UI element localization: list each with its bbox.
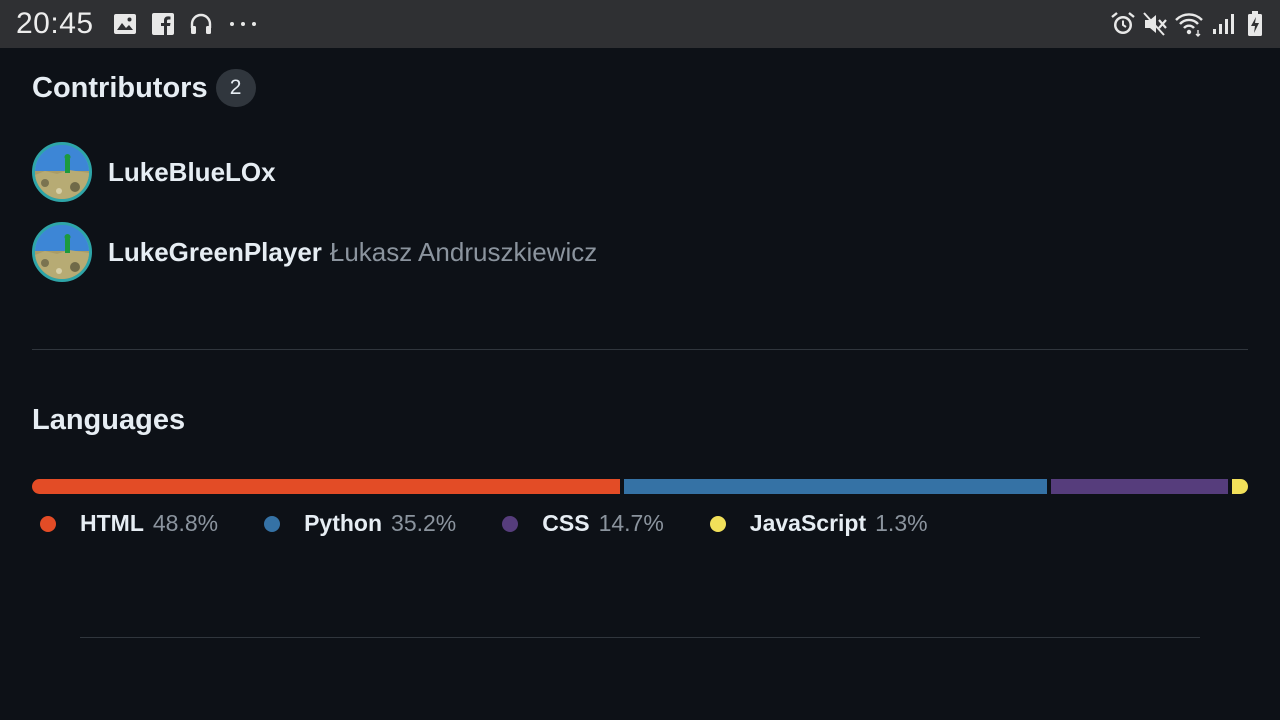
headphones-icon <box>188 11 214 37</box>
legend-language-percent: 35.2% <box>391 510 457 536</box>
contributors-list: LukeBlueLOx LukeGreenPlayer Łukasz Andru… <box>32 139 597 285</box>
legend-item-javascript[interactable]: JavaScript 1.3% <box>709 510 928 537</box>
legend-item-python[interactable]: Python 35.2% <box>264 510 456 537</box>
language-bar-segment-css <box>1051 479 1229 494</box>
legend-language-name[interactable]: Python <box>304 510 382 537</box>
languages-title: Languages <box>32 404 186 436</box>
legend-language-percent: 48.8% <box>152 510 219 536</box>
languages-header: Languages <box>32 404 185 437</box>
legend-language-name[interactable]: CSS <box>542 510 589 537</box>
legend-language-percent: 1.3% <box>875 510 928 536</box>
python-color-dot <box>264 515 281 532</box>
avatar[interactable] <box>32 222 92 282</box>
battery-icon <box>1242 11 1268 37</box>
language-bar-segment-html <box>32 479 620 494</box>
language-bar-segment-python <box>623 479 1048 494</box>
alarm-icon <box>1110 11 1136 37</box>
languages-progress-bar <box>32 479 1248 494</box>
language-bar-segment-javascript <box>1232 479 1248 494</box>
section-divider <box>80 637 1200 638</box>
javascript-color-dot <box>709 515 726 532</box>
contributors-title[interactable]: Contributors <box>32 72 208 105</box>
status-left: 20:45 <box>0 7 260 41</box>
facebook-icon <box>150 11 176 37</box>
css-color-dot <box>502 515 519 532</box>
html-color-dot <box>40 515 56 532</box>
status-bar: 20:45 <box>0 0 1280 48</box>
legend-language-percent: 14.7% <box>598 510 664 536</box>
contributors-count-badge: 2 <box>215 69 256 107</box>
more-icon <box>226 11 260 37</box>
contributors-header[interactable]: Contributors 2 <box>32 68 1248 108</box>
image-icon <box>112 11 138 37</box>
contributor-row[interactable]: LukeGreenPlayer Łukasz Andruszkiewicz <box>32 219 597 285</box>
contributor-login[interactable]: LukeGreenPlayer <box>108 237 322 268</box>
status-time: 20:45 <box>16 7 94 40</box>
contributor-full-name: Łukasz Andruszkiewicz <box>329 236 598 267</box>
section-divider <box>32 349 1248 350</box>
legend-item-html[interactable]: HTML 48.8% <box>40 510 218 537</box>
legend-item-css[interactable]: CSS 14.7% <box>502 510 664 537</box>
mute-icon <box>1142 11 1168 37</box>
status-right <box>1110 0 1268 48</box>
languages-legend: HTML 48.8% Python 35.2% CSS 14.7% JavaSc… <box>40 510 974 537</box>
legend-language-name[interactable]: JavaScript <box>750 510 866 537</box>
wifi-icon <box>1174 11 1204 37</box>
avatar[interactable] <box>32 142 92 202</box>
signal-icon <box>1210 11 1236 37</box>
contributor-row[interactable]: LukeBlueLOx <box>32 139 597 205</box>
legend-language-name[interactable]: HTML <box>80 510 144 537</box>
contributor-login[interactable]: LukeBlueLOx <box>108 157 276 188</box>
